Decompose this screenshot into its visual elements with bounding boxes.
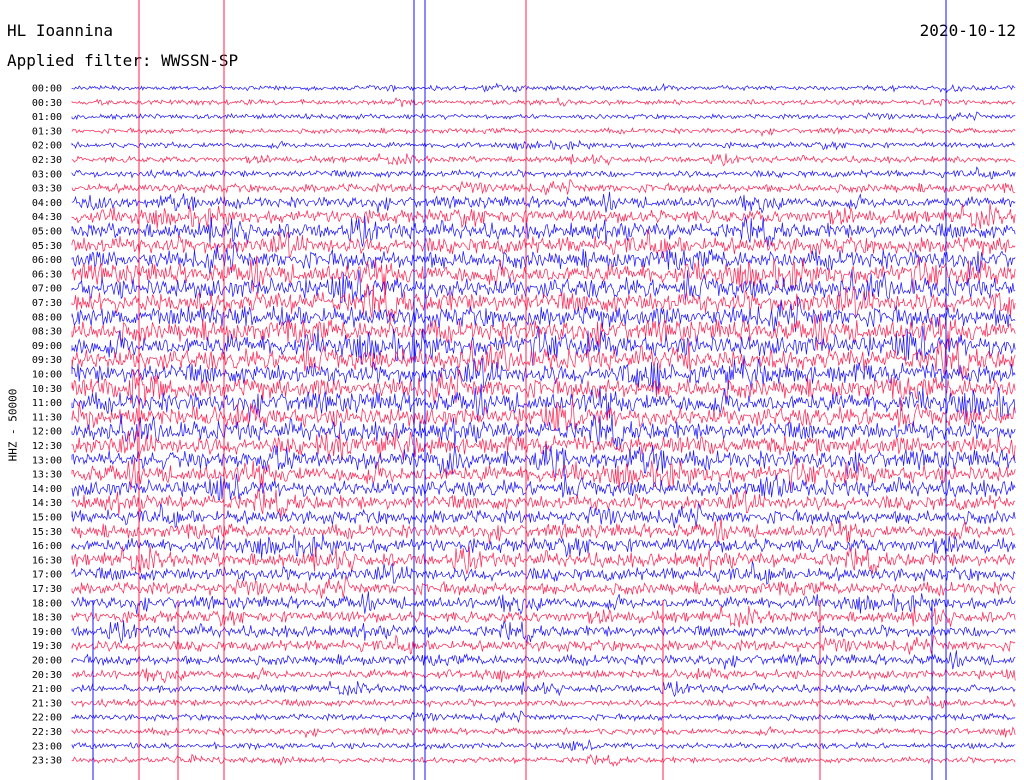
time-tick-label: 01:30 (32, 126, 62, 137)
time-tick-label: 09:00 (32, 341, 62, 352)
time-tick-label: 03:30 (32, 184, 62, 195)
time-tick-label: 04:00 (32, 198, 62, 209)
time-tick-label: 14:00 (32, 484, 62, 495)
trace-row-0000 (71, 82, 1016, 94)
time-tick-label: 11:30 (32, 412, 62, 423)
trace-row-0300 (71, 166, 1016, 180)
time-tick-label: 10:00 (32, 370, 62, 381)
time-tick-label: 17:30 (32, 584, 62, 595)
trace-row-0130 (71, 126, 1016, 138)
trace-row-2030 (71, 666, 1016, 684)
trace-row-1730 (71, 575, 1016, 599)
time-tick-label: 07:30 (32, 298, 62, 309)
time-tick-label: 06:30 (32, 269, 62, 280)
trace-row-2000 (71, 650, 1016, 670)
trace-row-1100 (71, 383, 1016, 422)
time-tick-label: 22:30 (32, 727, 62, 738)
trace-row-1600 (71, 534, 1016, 559)
time-tick-label: 04:30 (32, 212, 62, 223)
trace-row-0430 (71, 203, 1016, 229)
trace-row-0030 (71, 97, 1016, 108)
time-tick-label: 00:30 (32, 98, 62, 109)
time-tick-label: 15:00 (32, 513, 62, 524)
time-tick-label: 20:30 (32, 670, 62, 681)
time-tick-label: 02:00 (32, 141, 62, 152)
time-tick-label: 02:30 (32, 155, 62, 166)
time-tick-label: 01:00 (32, 112, 62, 123)
trace-row-2300 (71, 738, 1016, 752)
trace-row-0230 (71, 153, 1016, 167)
time-tick-label: 05:00 (32, 227, 62, 238)
time-tick-label: 18:00 (32, 598, 62, 609)
trace-row-2200 (71, 710, 1016, 724)
time-tick-label: 10:30 (32, 384, 62, 395)
trace-row-2130 (71, 695, 1016, 709)
helicorder-plot: 00:00 00:30 01:00 01:30 02:00 02:30 03:00 03:30… (32, 0, 1016, 780)
trace-row-0400 (71, 191, 1016, 214)
trace-row-2230 (71, 726, 1016, 738)
time-tick-label: 03:00 (32, 169, 62, 180)
trace-lines (71, 82, 1016, 768)
time-tick-label: 21:30 (32, 698, 62, 709)
time-tick-label: 00:00 (32, 84, 62, 95)
time-tick-label: 19:30 (32, 641, 62, 652)
time-tick-label: 13:00 (32, 455, 62, 466)
trace-row-1430 (71, 489, 1016, 518)
trace-row-0530 (71, 229, 1016, 259)
time-tick-label: 09:30 (32, 355, 62, 366)
time-tick-label: 23:00 (32, 741, 62, 752)
time-tick-label: 12:30 (32, 441, 62, 452)
time-ticks: 00:00 00:30 01:00 01:30 02:00 02:30 03:00 03:30… (32, 84, 62, 767)
time-tick-label: 08:00 (32, 312, 62, 323)
trace-row-1930 (71, 634, 1016, 655)
time-tick-label: 05:30 (32, 241, 62, 252)
trace-row-0200 (71, 139, 1016, 151)
time-tick-label: 11:00 (32, 398, 62, 409)
time-tick-label: 23:30 (32, 756, 62, 767)
time-tick-label: 21:00 (32, 684, 62, 695)
trace-row-1800 (71, 591, 1016, 615)
time-tick-label: 07:00 (32, 284, 62, 295)
time-tick-label: 15:30 (32, 527, 62, 538)
trace-row-2330 (71, 753, 1016, 768)
time-tick-label: 06:00 (32, 255, 62, 266)
time-tick-label: 20:00 (32, 656, 62, 667)
time-tick-label: 08:30 (32, 327, 62, 338)
trace-row-1300 (71, 444, 1016, 479)
time-tick-label: 16:00 (32, 541, 62, 552)
time-tick-label: 16:30 (32, 555, 62, 566)
trace-row-0100 (71, 111, 1016, 122)
time-tick-label: 12:00 (32, 427, 62, 438)
trace-row-2100 (71, 681, 1016, 698)
trace-row-0330 (71, 179, 1016, 196)
time-tick-label: 22:00 (32, 713, 62, 724)
time-tick-label: 19:00 (32, 627, 62, 638)
time-tick-label: 14:30 (32, 498, 62, 509)
trace-row-0500 (71, 215, 1016, 247)
time-tick-label: 13:30 (32, 470, 62, 481)
time-tick-label: 18:30 (32, 613, 62, 624)
trace-row-1900 (71, 619, 1016, 645)
trace-row-1230 (71, 428, 1016, 462)
time-tick-label: 17:00 (32, 570, 62, 581)
trace-row-1530 (71, 518, 1016, 545)
trace-row-1000 (71, 355, 1016, 393)
